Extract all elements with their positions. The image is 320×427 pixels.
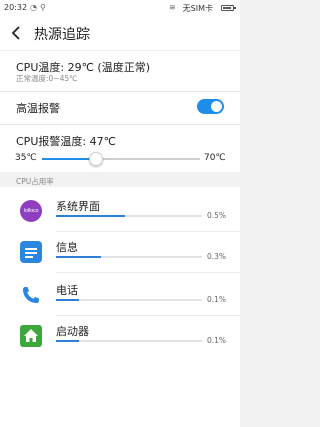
alarm-threshold-label: CPU报警温度: 47℃ — [16, 135, 116, 148]
app-name: 启动器 — [56, 325, 89, 338]
app-name: 系统界面 — [56, 200, 100, 213]
app-name: 电话 — [56, 284, 78, 297]
alarm-label: 高温报警 — [16, 102, 60, 115]
usb-icon: ⚲ — [40, 3, 46, 12]
list-item-phone[interactable]: 电话 0.1% — [0, 282, 240, 320]
back-arrow-icon — [11, 26, 20, 40]
status-bar: 20:32 ◔ ⚲ ≋ 无SIM卡 — [0, 0, 240, 16]
usage-bar-fill — [56, 256, 102, 258]
message-icon — [20, 241, 42, 263]
slider-min-label: 35℃ — [15, 153, 37, 163]
wifi-icon: ≋ — [169, 3, 176, 12]
cpu-usage-section-title: CPU占用率 — [16, 177, 54, 186]
launcher-icon — [20, 325, 42, 347]
list-item-launcher[interactable]: 启动器 0.1% — [0, 323, 240, 361]
carrier-label: 无SIM卡 — [182, 4, 213, 13]
normal-temperature-range: 正常温度:0~45℃ — [16, 74, 78, 83]
list-item-system-ui[interactable]: lolloco 系统界面 0.5% — [0, 198, 240, 236]
battery-icon — [221, 5, 236, 11]
phone-icon — [20, 284, 42, 306]
slider-max-label: 70℃ — [204, 153, 226, 163]
status-time: 20:32 — [4, 3, 28, 12]
back-button[interactable] — [8, 24, 26, 42]
divider — [56, 272, 240, 273]
usage-bar — [56, 215, 202, 217]
divider — [0, 91, 240, 92]
usage-bar — [56, 340, 202, 342]
notification-icon: ◔ — [30, 3, 37, 12]
slider-fill — [42, 158, 97, 160]
usage-bar — [56, 256, 202, 258]
list-item-messages[interactable]: 信息 0.3% — [0, 239, 240, 277]
system-ui-icon: lolloco — [20, 200, 42, 222]
app-bar: 热源追踪 — [0, 16, 240, 50]
divider — [56, 315, 240, 316]
usage-bar — [56, 299, 202, 301]
divider — [0, 124, 240, 125]
alarm-toggle[interactable] — [197, 99, 224, 114]
alarm-temperature-slider[interactable] — [42, 152, 200, 166]
usage-percent: 0.1% — [207, 336, 227, 345]
divider — [56, 231, 240, 232]
usage-bar-fill — [56, 215, 125, 217]
usage-percent: 0.3% — [207, 252, 227, 261]
app-name: 信息 — [56, 241, 78, 254]
usage-percent: 0.5% — [207, 211, 227, 220]
page-title: 热源追踪 — [34, 27, 90, 43]
usage-bar-fill — [56, 340, 80, 342]
usage-percent: 0.1% — [207, 295, 227, 304]
toggle-knob — [211, 101, 222, 112]
usage-bar-fill — [56, 299, 80, 301]
